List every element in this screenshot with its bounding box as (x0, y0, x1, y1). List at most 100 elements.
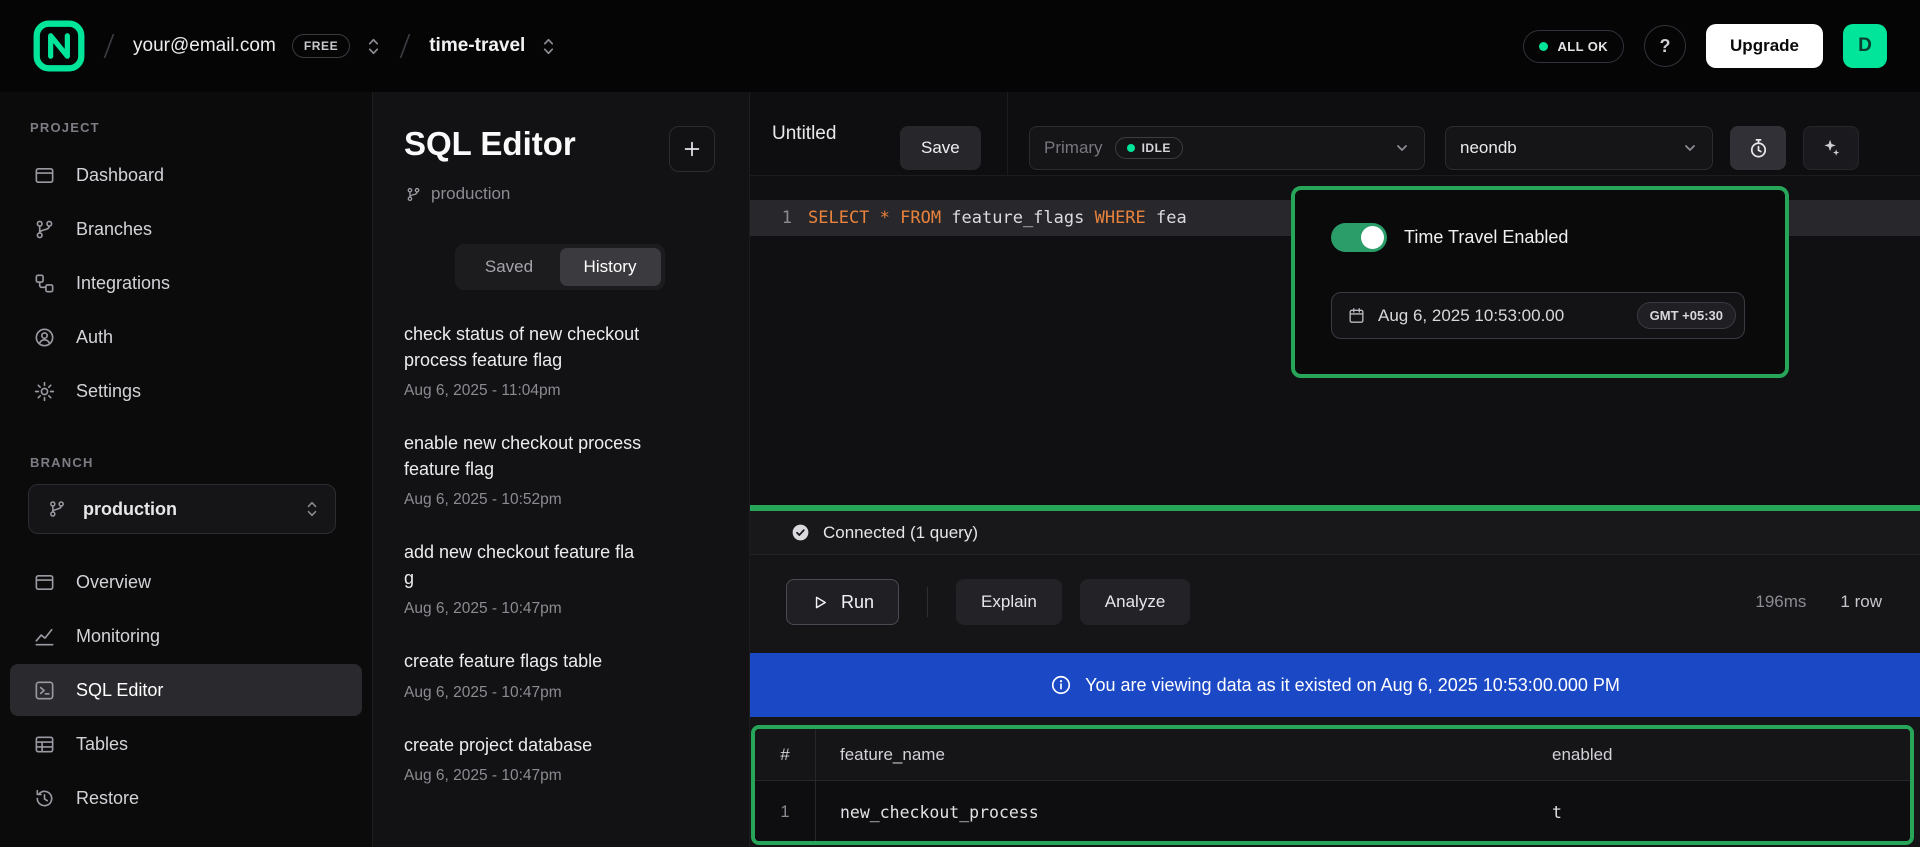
history-item-title: create project database (404, 733, 644, 759)
sidebar-item-label: SQL Editor (76, 680, 163, 701)
history-item[interactable]: create project database Aug 6, 2025 - 10… (404, 733, 715, 786)
history-item-time: Aug 6, 2025 - 10:52pm (404, 491, 715, 509)
chevron-down-icon (1682, 140, 1698, 156)
sidebar-item-label: Dashboard (76, 165, 164, 186)
explain-button[interactable]: Explain (956, 579, 1062, 625)
history-item-time: Aug 6, 2025 - 10:47pm (404, 767, 715, 785)
history-item-title: create feature flags table (404, 649, 644, 675)
time-travel-datetime-field[interactable]: Aug 6, 2025 10:53:00.00 GMT +05:30 (1331, 292, 1745, 339)
history-item-title: check status of new checkout process fea… (404, 322, 644, 373)
database-selector[interactable]: neondb (1445, 126, 1713, 170)
sidebar-item-label: Auth (76, 327, 113, 348)
table-row[interactable]: 1 new_checkout_process t (755, 781, 1910, 843)
auth-user-icon (32, 325, 56, 349)
analyze-button[interactable]: Analyze (1080, 579, 1190, 625)
history-item[interactable]: create feature flags table Aug 6, 2025 -… (404, 649, 715, 702)
sidebar-item-restore[interactable]: Restore (10, 772, 362, 824)
pane-divider-highlight[interactable] (750, 505, 1920, 511)
check-circle-icon (790, 522, 811, 543)
time-travel-toggle[interactable] (1331, 223, 1387, 252)
compute-name: Primary (1044, 138, 1103, 158)
panel-title: SQL Editor (404, 126, 576, 162)
project-name[interactable]: time-travel (429, 35, 525, 57)
upgrade-button[interactable]: Upgrade (1706, 24, 1823, 68)
banner-text: You are viewing data as it existed on Au… (1085, 675, 1620, 696)
query-actions-row: Run Explain Analyze 196ms 1 row (750, 557, 1920, 647)
sidebar-item-settings[interactable]: Settings (10, 365, 362, 417)
branch-icon (404, 185, 422, 203)
branch-selector-value: production (83, 499, 177, 520)
sidebar-item-tables[interactable]: Tables (10, 718, 362, 770)
history-item-time: Aug 6, 2025 - 10:47pm (404, 684, 715, 702)
column-header-feature-name: feature_name (816, 745, 1552, 765)
compute-selector[interactable]: Primary IDLE (1029, 126, 1425, 170)
query-tab-title[interactable]: Untitled (772, 123, 836, 145)
run-button-label: Run (841, 592, 874, 613)
play-icon (811, 593, 830, 612)
time-travel-toggle-label: Time Travel Enabled (1404, 227, 1568, 248)
overview-icon (32, 570, 56, 594)
help-button[interactable]: ? (1644, 25, 1686, 67)
feature-name-cell: new_checkout_process (816, 803, 1552, 822)
history-item-time: Aug 6, 2025 - 10:47pm (404, 600, 715, 618)
branch-selector[interactable]: production (28, 484, 336, 534)
chevron-down-icon (1394, 140, 1410, 156)
sidebar-item-branches[interactable]: Branches (10, 203, 362, 255)
tab-history[interactable]: History (560, 248, 661, 286)
history-item[interactable]: enable new checkout process feature flag… (404, 431, 715, 509)
sidebar-item-monitoring[interactable]: Monitoring (10, 610, 362, 662)
plus-icon (681, 138, 703, 160)
status-dot-icon (1539, 42, 1548, 51)
sidebar-item-dashboard[interactable]: Dashboard (10, 149, 362, 201)
sql-editor-panel: SQL Editor production Saved History ch (373, 92, 750, 847)
info-icon (1050, 674, 1072, 696)
history-list: check status of new checkout process fea… (404, 322, 715, 785)
account-switcher-chevrons-icon[interactable] (366, 36, 381, 57)
branch-section-label: BRANCH (0, 455, 372, 470)
branch-selector-chevrons-icon (305, 499, 319, 519)
avatar[interactable]: D (1843, 24, 1887, 68)
status-badge-label: ALL OK (1557, 39, 1608, 54)
history-item[interactable]: check status of new checkout process fea… (404, 322, 715, 400)
ai-assist-button[interactable] (1803, 126, 1859, 170)
dashboard-icon (32, 163, 56, 187)
save-button[interactable]: Save (900, 126, 981, 170)
history-item[interactable]: add new checkout feature flag Aug 6, 202… (404, 540, 715, 618)
neon-console: your@email.com FREE time-travel ALL OK (0, 0, 1920, 847)
connection-status-bar: Connected (1 query) (750, 511, 1920, 555)
enabled-cell: t (1552, 803, 1910, 822)
time-travel-button[interactable] (1730, 126, 1786, 170)
new-query-button[interactable] (669, 126, 715, 172)
neon-logo-icon[interactable] (33, 20, 85, 72)
sidebar-item-overview[interactable]: Overview (10, 556, 362, 608)
branches-icon (32, 217, 56, 241)
question-mark-icon: ? (1660, 36, 1671, 57)
project-switcher-chevrons-icon[interactable] (541, 36, 556, 57)
sparkles-icon (1820, 137, 1842, 159)
time-travel-banner: You are viewing data as it existed on Au… (750, 653, 1920, 717)
status-badge[interactable]: ALL OK (1523, 30, 1624, 63)
main-editor-area: Untitled Save Primary IDLE neondb (750, 92, 1920, 847)
history-item-time: Aug 6, 2025 - 11:04pm (404, 382, 715, 400)
toggle-knob (1361, 226, 1384, 249)
account-email[interactable]: your@email.com (133, 35, 276, 57)
branch-icon (45, 497, 69, 521)
slash-icon (101, 31, 117, 61)
sidebar-item-sql-editor[interactable]: SQL Editor (10, 664, 362, 716)
run-button[interactable]: Run (786, 579, 899, 625)
sidebar-item-label: Branches (76, 219, 152, 240)
sidebar-item-label: Settings (76, 381, 141, 402)
sidebar-item-integrations[interactable]: Integrations (10, 257, 362, 309)
calendar-icon (1346, 306, 1366, 326)
query-duration: 196ms (1755, 592, 1806, 612)
results-table-header: # feature_name enabled (755, 729, 1910, 781)
sql-statement: SELECT * FROM feature_flags WHERE fea (808, 208, 1187, 228)
row-count: 1 row (1840, 592, 1882, 612)
sidebar-item-auth[interactable]: Auth (10, 311, 362, 363)
sidebar-item-label: Restore (76, 788, 139, 809)
panel-branch-name: production (431, 184, 510, 204)
results-section: Connected (1 query) Run Explain Analyze … (750, 511, 1920, 847)
tab-saved[interactable]: Saved (459, 248, 560, 286)
column-header-index: # (755, 729, 816, 780)
slash-icon (397, 31, 413, 61)
